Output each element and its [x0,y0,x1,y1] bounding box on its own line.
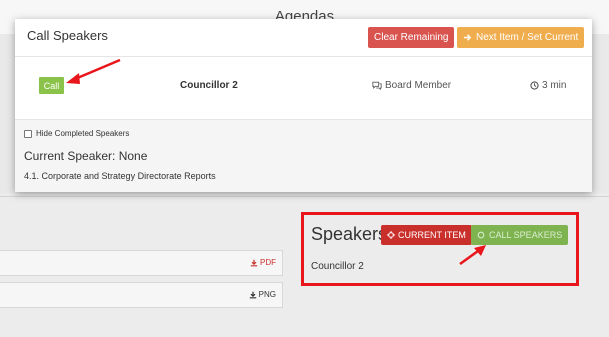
current-item-label: CURRENT ITEM [398,230,466,240]
current-speaker: Current Speaker: None [24,149,148,163]
png-download-link[interactable]: PNG [249,290,276,299]
pdf-label: PDF [260,258,276,267]
call-speakers-modal: Call Speakers Clear Remaining Next Item … [15,19,592,192]
speaker-name: Councillor 2 [180,80,238,91]
call-speakers-label: CALL SPEAKERS [489,230,563,240]
current-item-button[interactable]: CURRENT ITEM [381,225,472,245]
hide-completed-checkbox[interactable] [24,129,32,138]
circle-icon [477,231,485,239]
speaker-time: 3 min [530,80,566,91]
divider [0,196,609,197]
speaker-role: Board Member [372,80,451,91]
speakers-panel: Speakers CURRENT ITEM CALL SPEAKERS Coun… [301,212,579,286]
pdf-download-link[interactable]: PDF [250,258,276,267]
comments-icon [372,81,382,90]
clear-remaining-button[interactable]: Clear Remaining [368,27,455,48]
file-row-pdf: PDF [0,250,283,276]
next-item-button[interactable]: Next Item / Set Current [457,27,585,48]
clock-icon [530,81,539,90]
arrow-right-icon [463,34,472,41]
hide-completed-toggle[interactable]: Hide Completed Speakers [24,129,129,138]
crosshair-icon [387,231,395,239]
download-icon [249,291,256,298]
png-label: PNG [258,290,276,299]
speaker-time-label: 3 min [542,80,567,91]
item-description: 4.1. Corporate and Strategy Directorate … [24,171,216,181]
next-item-label: Next Item / Set Current [476,32,579,43]
speaker-name: Councillor 2 [311,261,364,272]
download-icon [250,259,258,266]
call-speakers-button[interactable]: CALL SPEAKERS [471,225,569,245]
speaker-role-label: Board Member [385,80,452,91]
divider [15,56,592,57]
speakers-title: Speakers [311,224,388,244]
call-button[interactable]: Call [39,77,64,94]
file-row-png: PNG [0,282,283,308]
hide-completed-label: Hide Completed Speakers [36,129,130,138]
modal-title: Call Speakers [27,28,108,43]
